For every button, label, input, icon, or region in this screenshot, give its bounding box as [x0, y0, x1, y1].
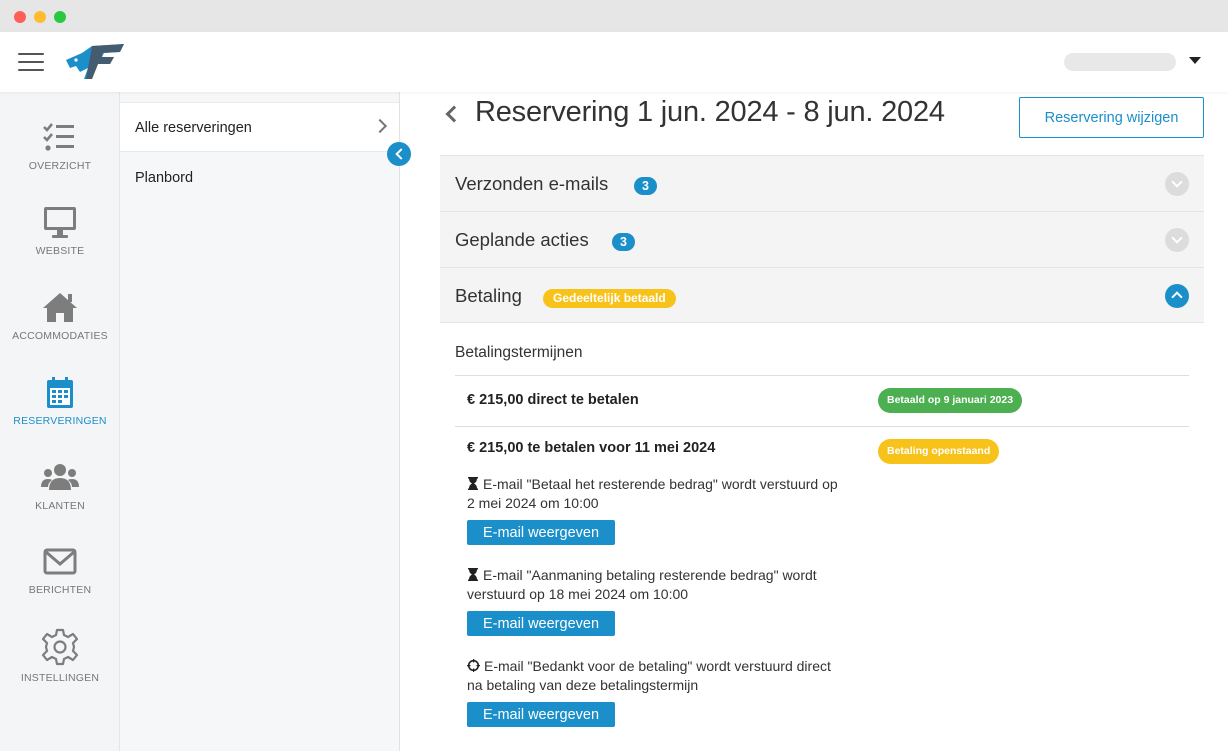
close-window-button[interactable] [14, 11, 26, 23]
chevron-up-icon[interactable] [1165, 284, 1189, 308]
status-badge-pending: Betaling openstaand [878, 439, 1000, 464]
accordion-title: Verzonden e-mails [455, 173, 609, 194]
status-badge: Gedeeltelijk betaald [543, 289, 676, 308]
scheduled-email-text: E-mail "Betaal het resterende bedrag" wo… [467, 475, 847, 513]
sidebar-item-label: RESERVERINGEN [13, 415, 107, 427]
collapse-sidebar-button[interactable] [387, 142, 411, 166]
user-menu[interactable] [1064, 53, 1176, 71]
sidebar-item-reserveringen[interactable]: RESERVERINGEN [0, 375, 120, 455]
main-sidebar: OVERZICHT WEBSITE ACCOMMODATIES RESERVER… [0, 92, 120, 751]
sidebar-item-website[interactable]: WEBSITE [0, 205, 120, 285]
accordion-title: Geplande acties [455, 229, 589, 250]
sidebar-item-instellingen[interactable]: INSTELLINGEN [0, 627, 120, 707]
payment-term-amount: € 215,00 direct te betalen [467, 392, 639, 408]
edit-reservation-button[interactable]: Reservering wijzigen [1019, 97, 1204, 138]
envelope-icon [43, 548, 77, 575]
maximize-window-button[interactable] [54, 11, 66, 23]
scheduled-email-description: E-mail "Bedankt voor de betaling" wordt … [467, 658, 831, 693]
hamburger-icon[interactable] [18, 52, 44, 72]
view-email-button[interactable]: E-mail weergeven [467, 611, 615, 636]
caret-down-icon[interactable] [1189, 57, 1201, 64]
checklist-icon [43, 123, 74, 151]
top-header [0, 32, 1228, 92]
house-icon [43, 293, 77, 322]
scheduled-email-description: E-mail "Betaal het resterende bedrag" wo… [467, 476, 838, 511]
chevron-down-icon[interactable] [1165, 228, 1189, 252]
subnav-item-label: Planbord [135, 170, 194, 186]
users-icon [41, 464, 79, 490]
accordion-verzonden-emails[interactable]: Verzonden e-mails 3 [440, 155, 1204, 211]
sidebar-item-label: ACCOMMODATIES [12, 330, 108, 342]
back-chevron-icon[interactable] [445, 105, 463, 123]
scheduled-email-text: E-mail "Aanmaning betaling resterende be… [467, 566, 847, 604]
sidebar-item-label: WEBSITE [35, 245, 85, 257]
sidebar-item-label: OVERZICHT [28, 160, 92, 172]
crosshair-icon [467, 659, 480, 672]
hourglass-icon [468, 568, 478, 581]
payment-term-amount: € 215,00 te betalen voor 11 mei 2024 [467, 440, 716, 456]
minimize-window-button[interactable] [34, 11, 46, 23]
subnav-item-planbord[interactable]: Planbord [120, 153, 399, 203]
view-email-button[interactable]: E-mail weergeven [467, 702, 615, 727]
hourglass-icon [468, 477, 478, 490]
sidebar-item-berichten[interactable]: BERICHTEN [0, 544, 120, 624]
gear-icon [41, 628, 79, 666]
chevron-down-icon[interactable] [1165, 172, 1189, 196]
sidebar-item-label: BERICHTEN [28, 584, 92, 596]
subnav-item-alle-reserveringen[interactable]: Alle reserveringen [120, 102, 399, 152]
sidebar-item-klanten[interactable]: KLANTEN [0, 460, 120, 540]
sidebar-item-label: KLANTEN [35, 500, 85, 512]
divider [455, 375, 1189, 376]
eagle-logo-icon[interactable] [62, 42, 126, 82]
sidebar-item-overzicht[interactable]: OVERZICHT [0, 120, 120, 200]
scheduled-email-text: E-mail "Bedankt voor de betaling" wordt … [467, 657, 847, 695]
accordion-title: Betaling [455, 285, 522, 306]
accordion-betaling[interactable]: Betaling Gedeeltelijk betaald [440, 267, 1204, 323]
calendar-icon [47, 377, 73, 408]
sidebar-item-label: INSTELLINGEN [20, 672, 100, 684]
subnav-item-label: Alle reserveringen [135, 120, 252, 136]
sidebar-item-accommodaties[interactable]: ACCOMMODATIES [0, 290, 120, 370]
view-email-button[interactable]: E-mail weergeven [467, 520, 615, 545]
section-heading: Betalingstermijnen [455, 344, 583, 361]
count-badge: 3 [612, 233, 635, 251]
scheduled-email-description: E-mail "Aanmaning betaling resterende be… [467, 567, 817, 602]
divider [455, 426, 1189, 427]
sub-navigation: Alle reserveringen Planbord [120, 92, 400, 751]
accordion-geplande-acties[interactable]: Geplande acties 3 [440, 211, 1204, 267]
monitor-icon [44, 207, 76, 238]
chevron-right-icon [372, 118, 388, 134]
count-badge: 3 [634, 177, 657, 195]
window-titlebar [0, 0, 1228, 32]
page-title: Reservering 1 jun. 2024 - 8 jun. 2024 [475, 96, 945, 128]
status-badge-paid: Betaald op 9 januari 2023 [878, 388, 1023, 413]
